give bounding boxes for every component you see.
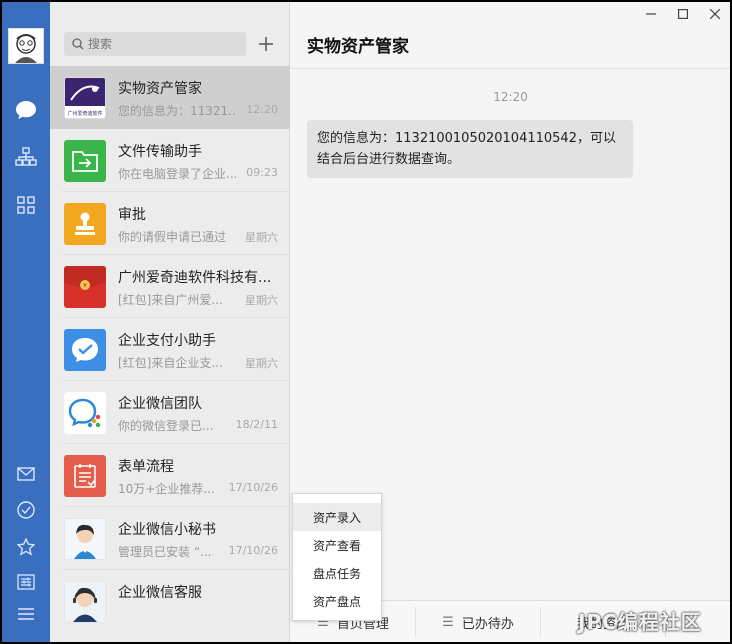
watermark: JPC编程社区 bbox=[578, 610, 702, 634]
conversation-name: 表单流程 bbox=[118, 459, 174, 475]
more-menu-icon[interactable] bbox=[14, 602, 38, 626]
messages-icon[interactable] bbox=[14, 98, 38, 122]
conversation-name: 企业微信团队 bbox=[118, 396, 202, 412]
customer-service-avatar-icon bbox=[64, 581, 106, 623]
conversation-time: 星期六 bbox=[245, 231, 278, 244]
popup-item-asset-view[interactable]: 资产查看 bbox=[293, 531, 381, 559]
conversation-preview: 管理员已安装 “... bbox=[118, 545, 212, 559]
search-box[interactable] bbox=[64, 32, 246, 56]
todo-check-icon[interactable] bbox=[14, 498, 38, 522]
conversation-name: 企业支付小助手 bbox=[118, 333, 216, 349]
conversation-preview: 你的请假申请已通过 bbox=[118, 230, 227, 244]
approval-stamp-icon bbox=[64, 203, 106, 245]
secretary-avatar-icon bbox=[64, 518, 106, 560]
left-rail bbox=[2, 2, 50, 642]
app-window: 广州爱奇迪软件 实物资产管家 您的信息为：11321... 12:20 文件传输… bbox=[2, 2, 730, 642]
popup-item-asset-inventory[interactable]: 资产盘点 bbox=[293, 587, 381, 615]
conversation-name: 企业微信客服 bbox=[118, 585, 202, 601]
search-icon bbox=[72, 38, 84, 50]
add-icon[interactable] bbox=[254, 32, 278, 56]
conversation-time: 12:20 bbox=[246, 103, 278, 116]
search-input[interactable] bbox=[88, 37, 238, 51]
conversation-name: 企业微信小秘书 bbox=[118, 522, 216, 538]
conversation-preview: [红包]来自企业支... bbox=[118, 356, 223, 370]
conversation-preview: 10万+企业推荐... bbox=[118, 482, 215, 496]
close-icon[interactable] bbox=[705, 6, 725, 22]
conversation-time: 09:23 bbox=[246, 166, 278, 179]
conversation-name: 审批 bbox=[118, 207, 146, 223]
user-avatar[interactable] bbox=[8, 28, 44, 64]
conversation-item[interactable]: 企业微信团队 你的微信登录已... 18/2/11 bbox=[50, 381, 290, 444]
contacts-org-icon[interactable] bbox=[14, 145, 38, 169]
workbench-grid-icon[interactable] bbox=[14, 193, 38, 217]
conversation-item[interactable]: 广州爱奇迪软件 实物资产管家 您的信息为：11321... 12:20 bbox=[50, 66, 290, 129]
conversation-item[interactable]: 审批 你的请假申请已通过 星期六 bbox=[50, 192, 290, 255]
mail-icon[interactable] bbox=[14, 462, 38, 486]
maximize-icon[interactable] bbox=[673, 6, 693, 22]
asset-app-icon-text: 广州爱奇迪软件 bbox=[67, 110, 102, 117]
conversation-preview: 你的微信登录已... bbox=[118, 419, 214, 433]
favorites-star-icon[interactable] bbox=[14, 535, 38, 559]
menu-done-todo[interactable]: ☰ 已办待办 bbox=[416, 601, 540, 642]
popup-item-asset-entry[interactable]: 资产录入 bbox=[293, 503, 381, 531]
conversation-time: 17/10/26 bbox=[228, 544, 278, 557]
wework-team-icon bbox=[64, 392, 106, 434]
chat-title: 实物资产管家 bbox=[307, 37, 409, 57]
conversation-item[interactable]: ¥ 广州爱奇迪软件科技有... [红包]来自广州爱... 星期六 bbox=[50, 255, 290, 318]
form-flow-icon bbox=[64, 455, 106, 497]
conversation-preview: 您的信息为：11321... bbox=[118, 104, 236, 118]
popup-item-inventory-task[interactable]: 盘点任务 bbox=[293, 559, 381, 587]
menu-lines-icon: ☰ bbox=[442, 614, 454, 630]
conversation-time: 18/2/11 bbox=[235, 418, 278, 431]
file-transfer-icon bbox=[64, 140, 106, 182]
conversation-time: 星期六 bbox=[245, 357, 278, 370]
conversation-list: 广州爱奇迪软件 实物资产管家 您的信息为：11321... 12:20 文件传输… bbox=[50, 2, 290, 642]
conversation-time: 17/10/26 bbox=[228, 481, 278, 494]
conversation-item[interactable]: 文件传输助手 你在电脑登录了企业... 09:23 bbox=[50, 129, 290, 192]
conversation-name: 实物资产管家 bbox=[118, 81, 202, 97]
conversation-item[interactable]: 表单流程 10万+企业推荐... 17/10/26 bbox=[50, 444, 290, 507]
conversation-item[interactable]: 企业微信小秘书 管理员已安装 “... 17/10/26 bbox=[50, 507, 290, 570]
menu-label: 已办待办 bbox=[461, 616, 514, 632]
asset-app-icon: 广州爱奇迪软件 bbox=[64, 77, 106, 119]
minimize-icon[interactable] bbox=[641, 6, 661, 22]
conversation-item[interactable]: 企业微信客服 bbox=[50, 570, 290, 633]
conversation-preview: 你在电脑登录了企业... bbox=[118, 167, 236, 181]
payment-assistant-icon bbox=[64, 329, 106, 371]
message-bubble[interactable]: 您的信息为：11321001050201041105​42，可以结合后台进行数据… bbox=[307, 120, 633, 178]
conversation-time: 星期六 bbox=[245, 294, 278, 307]
conversation-preview: [红包]来自广州爱... bbox=[118, 293, 223, 307]
settings-sliders-icon[interactable] bbox=[14, 570, 38, 594]
conversation-item[interactable]: 企业支付小助手 [红包]来自企业支... 星期六 bbox=[50, 318, 290, 381]
message-timestamp: 12:20 bbox=[493, 90, 528, 104]
conversation-name: 广州爱奇迪软件科技有... bbox=[118, 270, 272, 286]
red-packet-icon: ¥ bbox=[64, 266, 106, 308]
conversation-name: 文件传输助手 bbox=[118, 144, 202, 160]
svg-text:¥: ¥ bbox=[83, 283, 87, 290]
popup-submenu: 资产录入 资产查看 盘点任务 资产盘点 bbox=[292, 493, 382, 621]
